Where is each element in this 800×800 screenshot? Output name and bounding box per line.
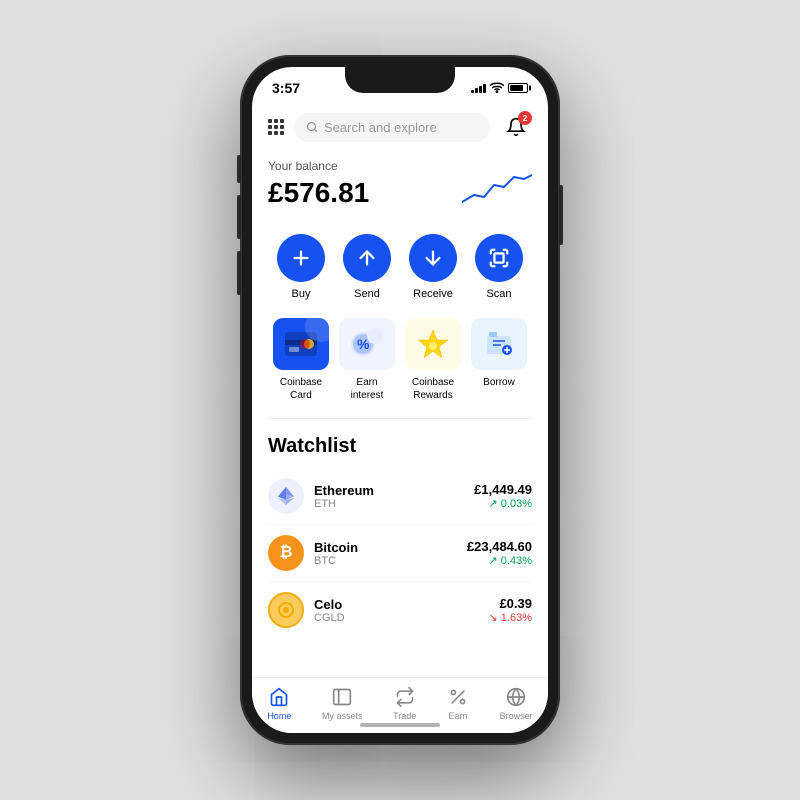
volume-up-button (237, 195, 241, 239)
balance-chart (462, 167, 532, 212)
celo-price-info: £0.39 ↘ 1.63% (489, 596, 532, 624)
search-bar[interactable]: Search and explore (294, 113, 490, 142)
btc-info: Bitcoin BTC (314, 540, 467, 567)
scan-label: Scan (486, 288, 511, 300)
app-header: Search and explore 2 (252, 103, 548, 151)
notifications-button[interactable]: 2 (500, 111, 532, 143)
celo-price: £0.39 (489, 596, 532, 611)
battery-icon (508, 83, 528, 93)
power-button (559, 185, 563, 245)
wifi-icon (490, 81, 504, 96)
celo-change: ↘ 1.63% (489, 611, 532, 624)
home-indicator (360, 723, 440, 727)
celo-info: Celo CGLD (314, 597, 489, 624)
balance-label: Your balance (268, 159, 369, 173)
quick-actions: Buy Send Receive (252, 224, 548, 310)
nav-home-label: Home (267, 711, 291, 721)
receive-label: Receive (413, 288, 453, 300)
earn-interest-icon: % (339, 318, 395, 370)
grid-menu-button[interactable] (268, 119, 284, 135)
scan-icon-circle (475, 234, 523, 282)
btc-price-info: £23,484.60 ↗ 0.43% (467, 539, 532, 567)
balance-info: Your balance £576.81 (268, 159, 369, 209)
notification-badge: 2 (518, 111, 532, 125)
crypto-item-celo[interactable]: Celo CGLD £0.39 ↘ 1.63% (268, 582, 532, 638)
borrow-feature[interactable]: Borrow (467, 318, 531, 402)
coinbase-rewards-label: CoinbaseRewards (412, 376, 454, 402)
earn-nav-icon (447, 686, 469, 708)
eth-icon (268, 478, 304, 514)
eth-name: Ethereum (314, 483, 474, 498)
nav-earn[interactable]: Earn (447, 686, 469, 721)
trade-nav-icon (394, 686, 416, 708)
btc-name: Bitcoin (314, 540, 467, 555)
status-icons (471, 81, 528, 96)
eth-price-info: £1,449.49 ↗ 0.03% (474, 482, 532, 510)
search-placeholder: Search and explore (324, 120, 437, 135)
home-nav-icon (268, 686, 290, 708)
status-time: 3:57 (272, 80, 300, 96)
eth-symbol: ETH (314, 498, 474, 510)
balance-amount: £576.81 (268, 177, 369, 209)
nav-home[interactable]: Home (267, 686, 291, 721)
scan-action[interactable]: Scan (475, 234, 523, 300)
buy-label: Buy (292, 288, 311, 300)
earn-interest-label: Earninterest (351, 376, 384, 402)
send-icon-circle (343, 234, 391, 282)
notch (345, 67, 455, 93)
btc-symbol: BTC (314, 555, 467, 567)
phone-frame: 3:57 (240, 55, 560, 745)
coinbase-card-icon (273, 318, 329, 370)
feature-row: CoinbaseCard % Earninterest (252, 310, 548, 414)
celo-icon (268, 592, 304, 628)
crypto-item-eth[interactable]: Ethereum ETH £1,449.49 ↗ 0.03% (268, 468, 532, 525)
my-assets-nav-icon (331, 686, 353, 708)
crypto-item-btc[interactable]: ₿ Bitcoin BTC £23,484.60 ↗ 0.43% (268, 525, 532, 582)
mute-button (237, 155, 241, 183)
borrow-label: Borrow (483, 376, 515, 389)
receive-action[interactable]: Receive (409, 234, 457, 300)
section-divider (268, 418, 532, 419)
search-icon (306, 121, 318, 133)
app-content: Search and explore 2 Your balance £576.8… (252, 103, 548, 677)
nav-trade-label: Trade (393, 711, 416, 721)
nav-browser[interactable]: Browser (500, 686, 533, 721)
signal-icon (471, 84, 486, 93)
eth-info: Ethereum ETH (314, 483, 474, 510)
watchlist-title: Watchlist (268, 435, 532, 458)
nav-my-assets-label: My assets (322, 711, 363, 721)
coinbase-card-label: CoinbaseCard (280, 376, 322, 402)
celo-symbol: CGLD (314, 612, 489, 624)
volume-down-button (237, 251, 241, 295)
send-label: Send (354, 288, 380, 300)
eth-change: ↗ 0.03% (474, 497, 532, 510)
nav-browser-label: Browser (500, 711, 533, 721)
borrow-icon (471, 318, 527, 370)
balance-section: Your balance £576.81 (252, 151, 548, 224)
nav-earn-label: Earn (448, 711, 467, 721)
celo-name: Celo (314, 597, 489, 612)
coinbase-card-feature[interactable]: CoinbaseCard (269, 318, 333, 402)
btc-icon: ₿ (268, 535, 304, 571)
receive-icon-circle (409, 234, 457, 282)
buy-icon-circle (277, 234, 325, 282)
nav-trade[interactable]: Trade (393, 686, 416, 721)
coinbase-rewards-feature[interactable]: CoinbaseRewards (401, 318, 465, 402)
eth-price: £1,449.49 (474, 482, 532, 497)
btc-price: £23,484.60 (467, 539, 532, 554)
nav-my-assets[interactable]: My assets (322, 686, 363, 721)
btc-change: ↗ 0.43% (467, 554, 532, 567)
send-action[interactable]: Send (343, 234, 391, 300)
watchlist-section: Watchlist Ethereum (252, 423, 548, 638)
buy-action[interactable]: Buy (277, 234, 325, 300)
browser-nav-icon (505, 686, 527, 708)
phone-screen: 3:57 (252, 67, 548, 733)
earn-interest-feature[interactable]: % Earninterest (335, 318, 399, 402)
rewards-icon (405, 318, 461, 370)
